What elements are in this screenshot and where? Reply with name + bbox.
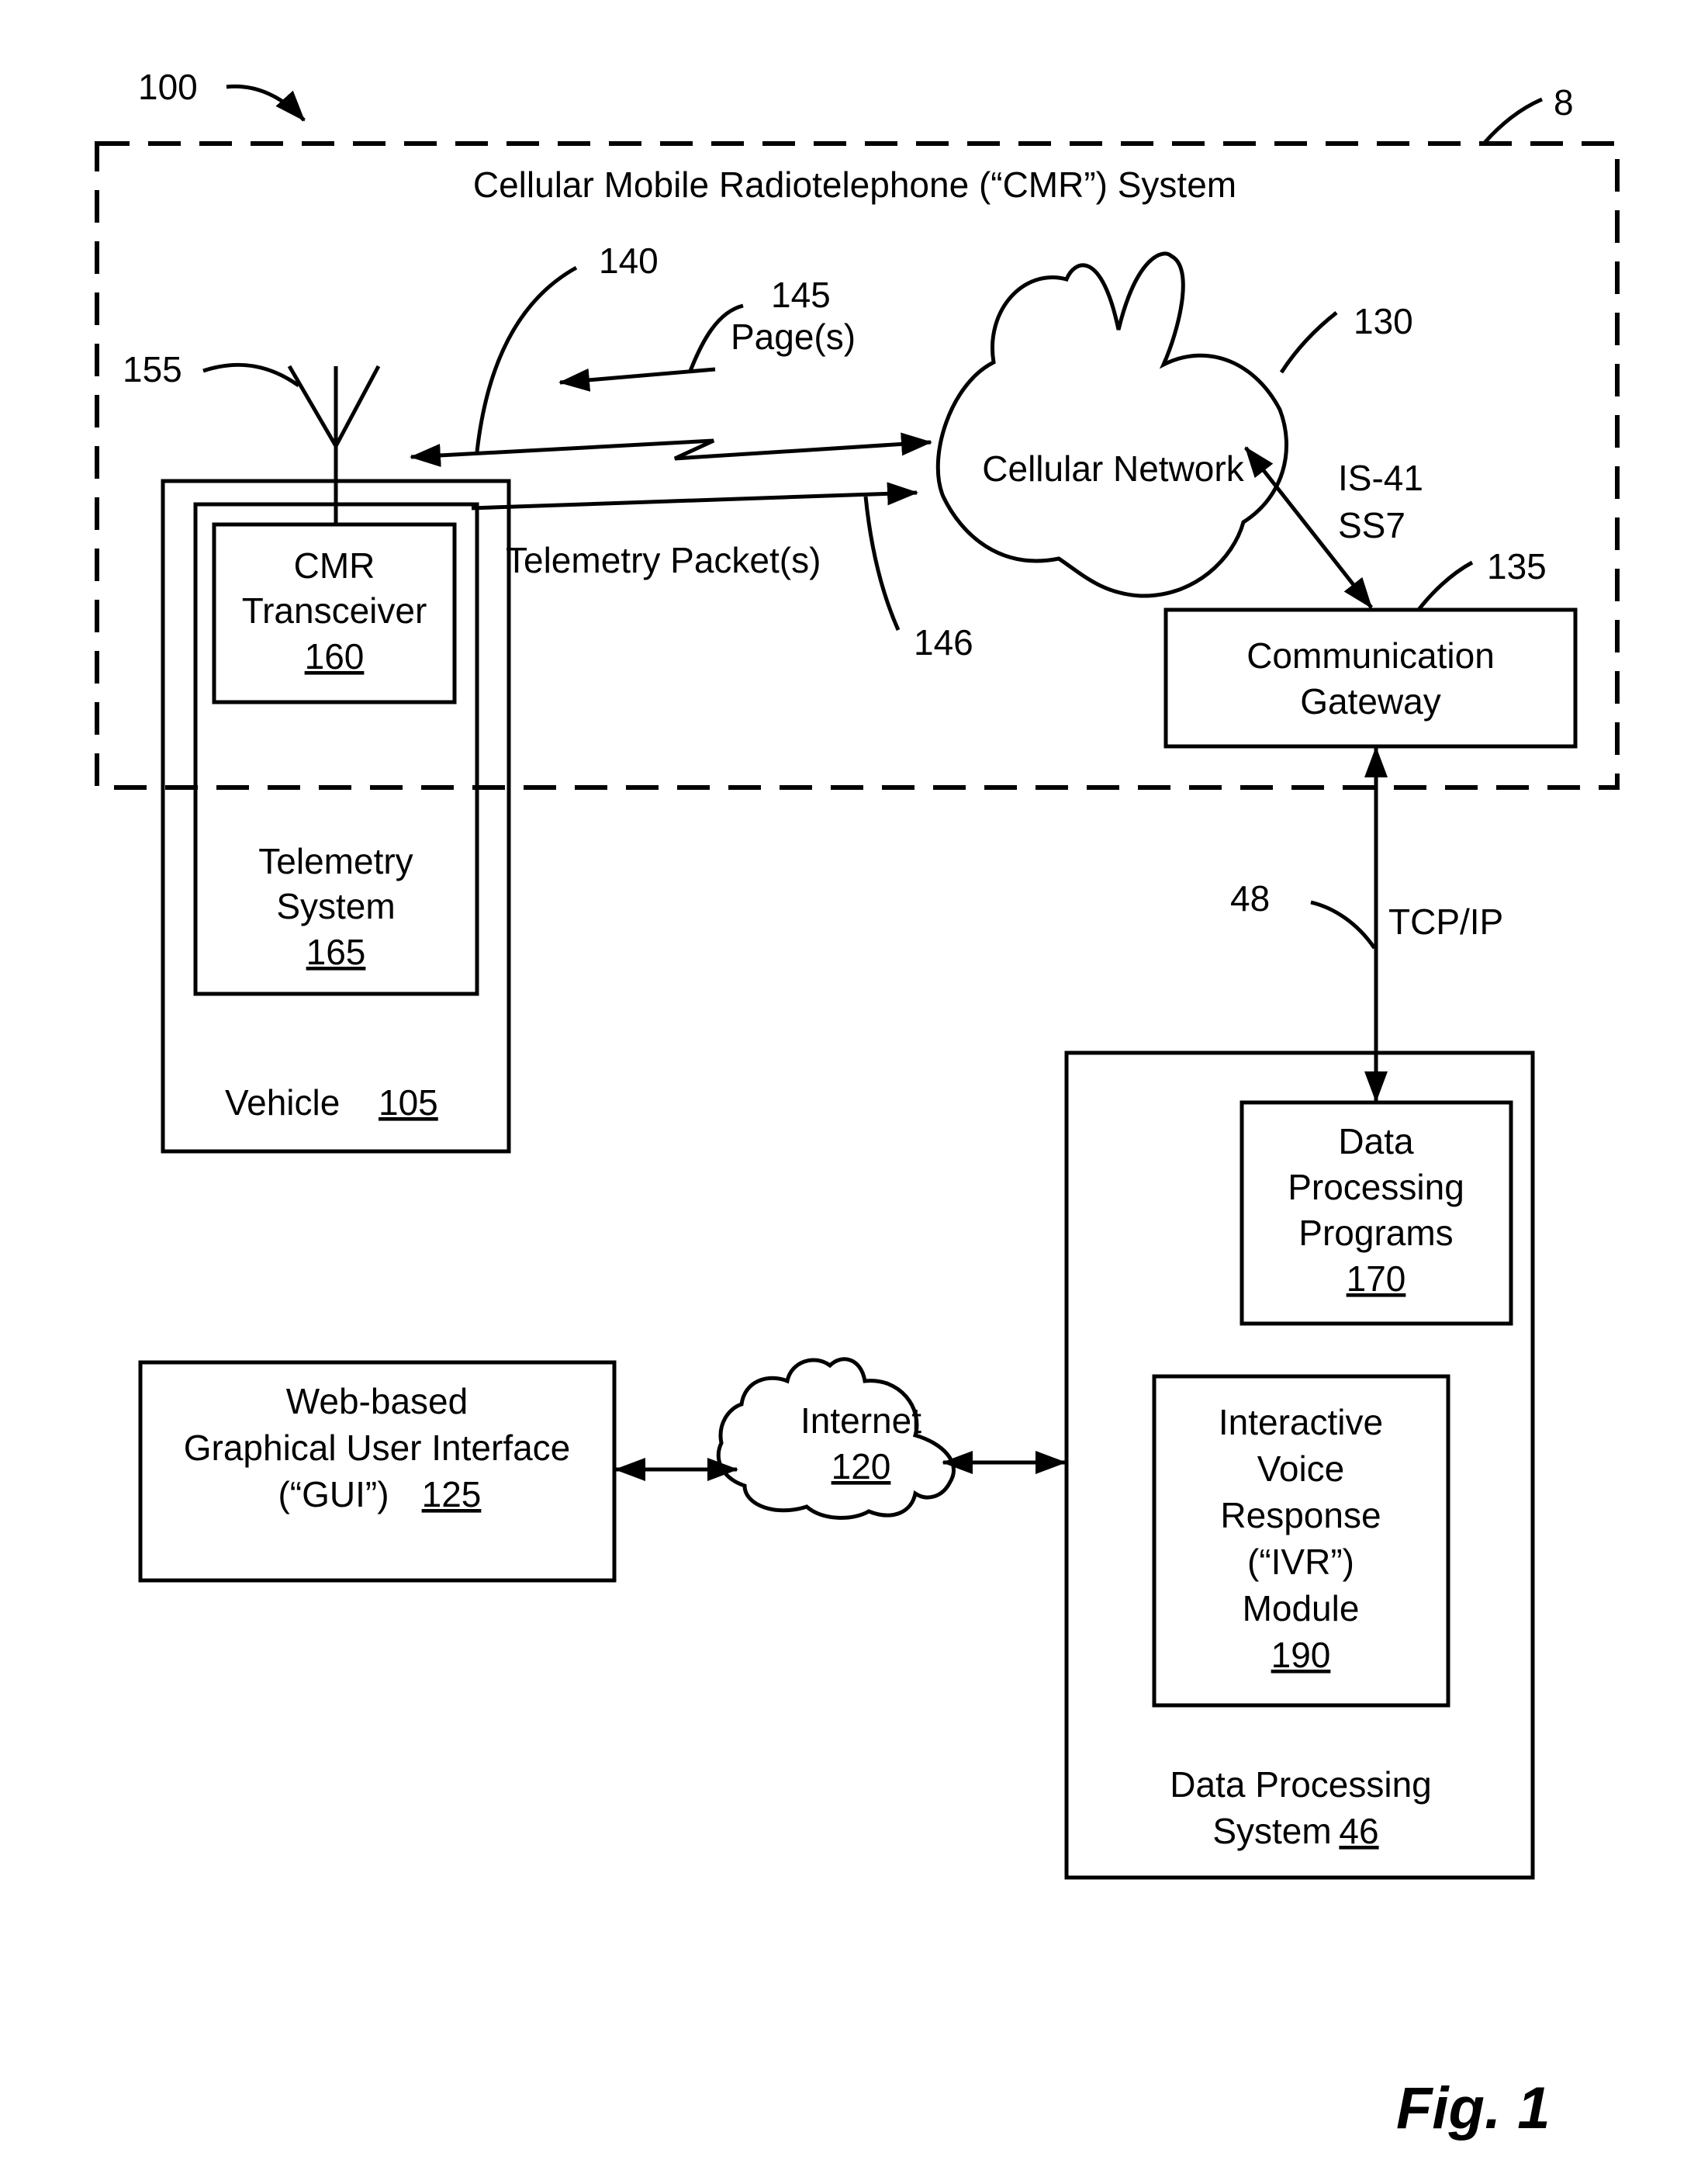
signaling-label-line2: SS7 xyxy=(1338,505,1405,545)
system-ref-arrow xyxy=(226,84,306,122)
dpp-line1: Data xyxy=(1338,1121,1414,1161)
signaling-label-line1: IS-41 xyxy=(1338,458,1423,498)
dps-label-line2: System xyxy=(1212,1811,1331,1851)
gui-line1: Web-based xyxy=(286,1381,468,1421)
ivr-line1: Interactive xyxy=(1219,1402,1383,1442)
antenna-icon xyxy=(287,365,381,524)
ivr-line5: Module xyxy=(1243,1588,1360,1628)
wireless-link-ref-label: 140 xyxy=(599,241,659,281)
gateway-label-line1: Communication xyxy=(1246,635,1495,676)
figure-label: Fig. 1 xyxy=(1396,2075,1550,2141)
tcpip-label: TCP/IP xyxy=(1388,902,1503,942)
ivr-line2: Voice xyxy=(1257,1449,1345,1489)
patent-figure: 100 8 Cellular Mobile Radiotelephone (“C… xyxy=(95,67,1620,2141)
cellular-network-label: Cellular Network xyxy=(982,448,1244,489)
gateway-ref-leader xyxy=(1416,560,1474,612)
ivr-line4: (“IVR”) xyxy=(1247,1542,1354,1582)
telemetry-system-line2: System xyxy=(276,886,395,926)
cmr-transceiver-line1: CMR xyxy=(294,545,375,586)
cmr-transceiver-line2: Transceiver xyxy=(242,590,427,631)
ivr-ref: 190 xyxy=(1271,1635,1331,1675)
dpp-ref: 170 xyxy=(1347,1258,1406,1299)
telemetry-packets-ref-leader xyxy=(863,496,901,632)
telemetry-packets-label: Telemetry Packet(s) xyxy=(506,540,821,580)
vehicle-label: Vehicle xyxy=(225,1082,340,1123)
cmr-transceiver-ref: 160 xyxy=(305,636,365,677)
pages-ref-label: 145 xyxy=(771,275,831,315)
dps-label-line1: Data Processing xyxy=(1170,1764,1432,1805)
system-ref-label: 100 xyxy=(138,67,198,107)
telemetry-system-line1: Telemetry xyxy=(258,841,413,881)
pages-arrow xyxy=(558,367,716,392)
communication-gateway-box xyxy=(1163,607,1578,749)
gui-line3: (“GUI”) xyxy=(278,1474,389,1514)
telemetry-system-ref: 165 xyxy=(306,932,366,972)
antenna-ref-label: 155 xyxy=(123,349,182,389)
vehicle-ref: 105 xyxy=(379,1082,438,1123)
gateway-label-line2: Gateway xyxy=(1300,681,1441,722)
cmr-system-title: Cellular Mobile Radiotelephone (“CMR”) S… xyxy=(473,164,1236,205)
cellular-network-ref-leader xyxy=(1279,311,1338,374)
telemetry-packets-ref-label: 146 xyxy=(914,622,973,663)
tcpip-ref-leader xyxy=(1310,900,1377,950)
dpp-line2: Processing xyxy=(1288,1167,1464,1207)
cellular-network-ref-label: 130 xyxy=(1354,301,1413,341)
antenna-ref-leader xyxy=(202,362,300,388)
dpp-line3: Programs xyxy=(1298,1213,1453,1253)
gui-line2: Graphical User Interface xyxy=(184,1428,571,1468)
gateway-ref-label: 135 xyxy=(1487,546,1547,587)
internet-ref: 120 xyxy=(832,1446,891,1487)
wireless-link-arrow xyxy=(410,432,932,467)
telemetry-packets-arrow xyxy=(471,482,918,511)
tcpip-ref-label: 48 xyxy=(1230,878,1270,919)
cmr-system-ref-leader xyxy=(1482,97,1543,145)
cellular-network-cloud xyxy=(935,251,1289,598)
pages-label: Page(s) xyxy=(731,317,856,357)
internet-label: Internet xyxy=(800,1400,921,1441)
cmr-system-ref-label: 8 xyxy=(1554,82,1574,123)
gui-ref: 125 xyxy=(422,1474,482,1514)
ivr-line3: Response xyxy=(1220,1495,1381,1535)
dps-ref: 46 xyxy=(1339,1811,1378,1851)
wireless-link-ref-leader xyxy=(475,265,578,452)
